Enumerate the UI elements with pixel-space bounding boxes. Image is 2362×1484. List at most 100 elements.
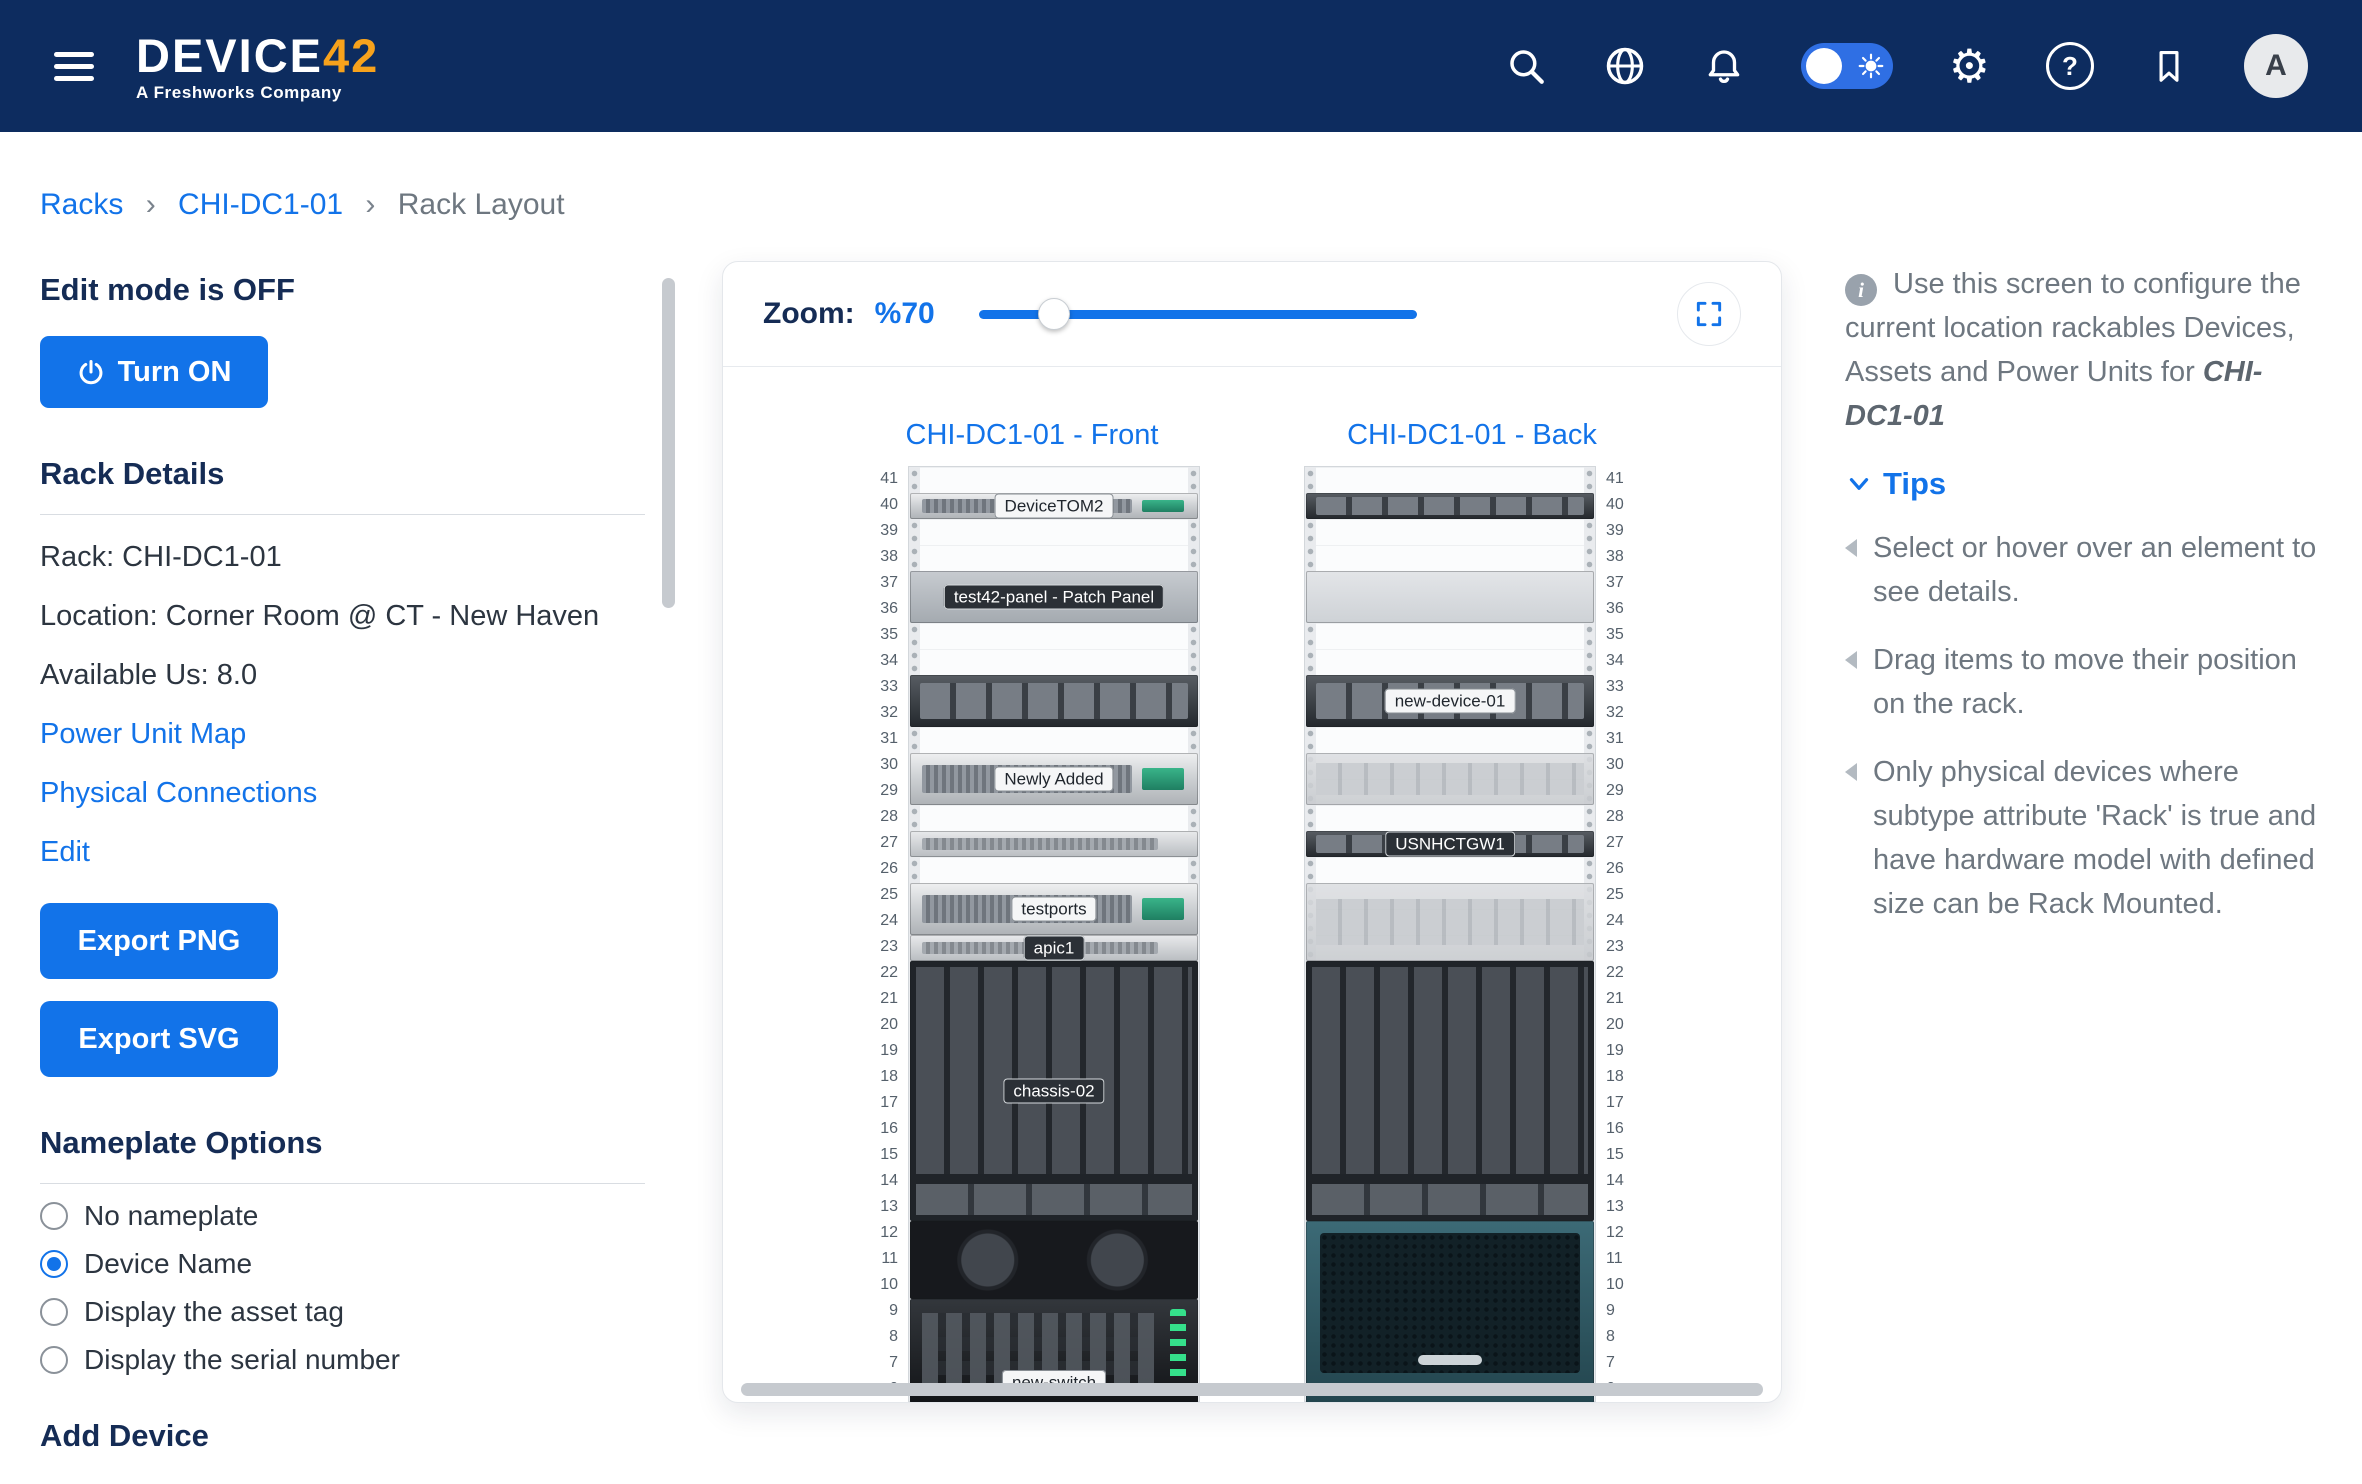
unit-number: 37 bbox=[864, 570, 908, 596]
page: DEVICE42 A Freshworks Company ⚙ ? bbox=[0, 0, 2362, 1484]
unit-number: 14 bbox=[864, 1168, 908, 1194]
unit-number: 33 bbox=[864, 674, 908, 700]
unit-number: 13 bbox=[1596, 1194, 1640, 1220]
unit-number: 30 bbox=[864, 752, 908, 778]
unit-number-column: 4140393837363534333231302928272625242322… bbox=[864, 466, 908, 1402]
unit-number: 10 bbox=[1596, 1272, 1640, 1298]
export-svg-button[interactable]: Export SVG bbox=[40, 1001, 278, 1077]
nameplate-option-device-name[interactable]: Device Name bbox=[40, 1248, 660, 1280]
user-avatar[interactable]: A bbox=[2244, 34, 2308, 98]
physical-connections-link[interactable]: Physical Connections bbox=[40, 777, 660, 810]
rack-name-detail: Rack: CHI-DC1-01 bbox=[40, 541, 660, 574]
rack-device-USNHCTGW1[interactable]: USNHCTGW1 bbox=[1306, 831, 1594, 857]
breadcrumb-racks[interactable]: Racks bbox=[40, 188, 123, 221]
rack-device-Newly Added[interactable]: Newly Added bbox=[910, 753, 1198, 805]
settings-gear-icon[interactable]: ⚙ bbox=[1949, 43, 1990, 89]
edit-mode-heading: Edit mode is OFF bbox=[40, 272, 660, 308]
unit-number: 33 bbox=[1596, 674, 1640, 700]
menu-icon[interactable] bbox=[54, 52, 94, 81]
bookmark-icon[interactable] bbox=[2150, 46, 2188, 86]
brand-logo[interactable]: DEVICE42 A Freshworks Company bbox=[136, 32, 379, 101]
rack-device[interactable] bbox=[910, 675, 1198, 727]
notifications-bell-icon[interactable] bbox=[1703, 45, 1745, 87]
nameplate-option-none[interactable]: No nameplate bbox=[40, 1200, 660, 1232]
rack-device-testports[interactable]: testports bbox=[910, 883, 1198, 935]
unit-number: 21 bbox=[1596, 986, 1640, 1012]
device-nameplate: DeviceTOM2 bbox=[995, 494, 1114, 519]
horizontal-scrollbar[interactable] bbox=[741, 1383, 1763, 1396]
help-icon[interactable]: ? bbox=[2046, 42, 2094, 90]
unit-number: 15 bbox=[1596, 1142, 1640, 1168]
rack-device-chassis-02[interactable]: chassis-02 bbox=[910, 961, 1198, 1221]
rack-device[interactable] bbox=[1306, 493, 1594, 519]
unit-number: 32 bbox=[1596, 700, 1640, 726]
tips-toggle[interactable]: Tips bbox=[1845, 466, 2317, 502]
radio-label: Device Name bbox=[84, 1248, 252, 1280]
breadcrumb-current: Rack Layout bbox=[398, 188, 565, 221]
radio-button[interactable] bbox=[40, 1250, 68, 1278]
rack-device[interactable] bbox=[1306, 883, 1594, 961]
unit-number: 32 bbox=[864, 700, 908, 726]
unit-number: 29 bbox=[1596, 778, 1640, 804]
breadcrumb-rack-name[interactable]: CHI-DC1-01 bbox=[178, 188, 343, 221]
device-nameplate: apic1 bbox=[1024, 936, 1085, 961]
globe-icon[interactable] bbox=[1603, 44, 1647, 88]
rack-device-apic1[interactable]: apic1 bbox=[910, 935, 1198, 961]
unit-number: 34 bbox=[864, 648, 908, 674]
brand-subtitle: A Freshworks Company bbox=[136, 84, 379, 101]
radio-button[interactable] bbox=[40, 1346, 68, 1374]
unit-number: 12 bbox=[1596, 1220, 1640, 1246]
unit-number: 38 bbox=[1596, 544, 1640, 570]
rack-device-new-device-01[interactable]: new-device-01 bbox=[1306, 675, 1594, 727]
unit-number: 29 bbox=[864, 778, 908, 804]
sidebar-scrollbar[interactable] bbox=[662, 278, 675, 608]
rack-device[interactable] bbox=[1306, 1221, 1594, 1403]
rack-device-test42-panel - Patch Panel[interactable]: test42-panel - Patch Panel bbox=[910, 571, 1198, 623]
unit-number: 23 bbox=[864, 934, 908, 960]
radio-button[interactable] bbox=[40, 1298, 68, 1326]
unit-number: 31 bbox=[864, 726, 908, 752]
zoom-slider-knob[interactable] bbox=[1038, 298, 1070, 330]
unit-number: 30 bbox=[1596, 752, 1640, 778]
power-unit-map-link[interactable]: Power Unit Map bbox=[40, 718, 660, 751]
rack-device[interactable] bbox=[910, 831, 1198, 857]
unit-number: 20 bbox=[1596, 1012, 1640, 1038]
theme-toggle[interactable] bbox=[1801, 43, 1893, 89]
nameplate-options-heading: Nameplate Options bbox=[40, 1125, 660, 1161]
rack-device[interactable] bbox=[910, 1221, 1198, 1299]
unit-number: 12 bbox=[864, 1220, 908, 1246]
rack-details-heading: Rack Details bbox=[40, 456, 660, 492]
radio-label: Display the asset tag bbox=[84, 1296, 344, 1328]
rack-device-DeviceTOM2[interactable]: DeviceTOM2 bbox=[910, 493, 1198, 519]
unit-number: 36 bbox=[864, 596, 908, 622]
unit-number: 40 bbox=[864, 492, 908, 518]
zoom-slider[interactable] bbox=[979, 310, 1417, 319]
add-device-heading: Add Device bbox=[40, 1418, 660, 1454]
unit-number: 22 bbox=[864, 960, 908, 986]
racks-container: CHI-DC1-01 - Front 414039383736353433323… bbox=[723, 367, 1781, 1402]
tip-text: Drag items to move their position on the… bbox=[1873, 638, 2317, 726]
unit-number: 28 bbox=[1596, 804, 1640, 830]
search-icon[interactable] bbox=[1505, 45, 1547, 87]
tip-bullet-icon bbox=[1845, 651, 1857, 669]
radio-button[interactable] bbox=[40, 1202, 68, 1230]
unit-number: 25 bbox=[864, 882, 908, 908]
edit-link[interactable]: Edit bbox=[40, 836, 660, 869]
rack-device[interactable] bbox=[1306, 571, 1594, 623]
rack-card-header: Zoom: %70 bbox=[723, 262, 1781, 367]
unit-number: 9 bbox=[1596, 1298, 1640, 1324]
unit-number: 26 bbox=[864, 856, 908, 882]
brand-text: DEVICE bbox=[136, 29, 323, 82]
export-png-button[interactable]: Export PNG bbox=[40, 903, 278, 979]
unit-number: 20 bbox=[864, 1012, 908, 1038]
breadcrumb: Racks › CHI-DC1-01 › Rack Layout bbox=[40, 188, 565, 222]
unit-number: 19 bbox=[864, 1038, 908, 1064]
nameplate-option-asset-tag[interactable]: Display the asset tag bbox=[40, 1296, 660, 1328]
fullscreen-button[interactable] bbox=[1677, 282, 1741, 346]
nameplate-option-serial-number[interactable]: Display the serial number bbox=[40, 1344, 660, 1376]
rack-device[interactable] bbox=[1306, 961, 1594, 1221]
unit-number: 39 bbox=[864, 518, 908, 544]
turn-on-button[interactable]: Turn ON bbox=[40, 336, 268, 408]
rack-device[interactable] bbox=[1306, 753, 1594, 805]
device-nameplate: testports bbox=[1011, 897, 1096, 922]
